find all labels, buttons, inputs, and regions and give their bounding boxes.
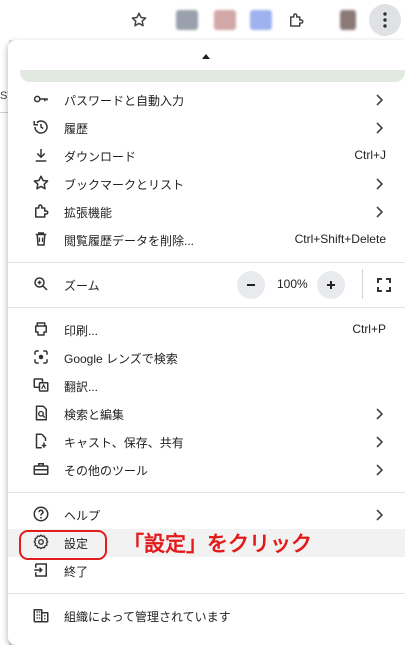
scroll-up-arrow-icon[interactable] (202, 54, 210, 59)
menu-item-label: 拡張機能 (64, 206, 113, 220)
menu-item-label: ブックマークとリスト (64, 178, 185, 192)
menu-item-more-tools[interactable]: その他のツール (8, 456, 405, 484)
menu-item-google-lens[interactable]: Google レンズで検索 (8, 344, 405, 372)
keyboard-shortcut: Ctrl+J (354, 148, 386, 162)
menu-item-extensions[interactable]: 拡張機能 (8, 198, 405, 226)
menu-item-label: 履歴 (64, 122, 89, 136)
chevron-right-icon (374, 435, 384, 449)
chevron-right-icon (374, 508, 384, 522)
menu-item-label: Google レンズで検索 (64, 352, 178, 366)
chevron-right-icon (374, 463, 384, 477)
browser-toolbar (0, 0, 405, 40)
extension-icon-2[interactable] (214, 10, 236, 30)
star-icon (32, 174, 50, 192)
menu-divider (8, 593, 405, 594)
menu-item-downloads[interactable]: ダウンロード Ctrl+J (8, 142, 405, 170)
lens-icon (32, 348, 50, 366)
chevron-right-icon (374, 93, 384, 107)
zoom-out-button[interactable] (237, 271, 265, 299)
menu-header (8, 40, 405, 82)
menu-item-exit[interactable]: 終了 (8, 557, 405, 585)
keyboard-shortcut: Ctrl+Shift+Delete (294, 232, 386, 246)
toolbox-icon (32, 460, 50, 478)
puzzle-icon (32, 202, 50, 220)
settings-highlight-ring (19, 530, 107, 560)
menu-item-label: 印刷... (64, 324, 99, 338)
menu-item-label: 終了 (64, 565, 89, 579)
menu-item-help[interactable]: ヘルプ (8, 501, 405, 529)
building-icon (32, 606, 50, 624)
fullscreen-icon (377, 278, 391, 292)
menu-item-label: 閲覧履歴データを削除... (64, 234, 195, 248)
chevron-right-icon (374, 407, 384, 421)
menu-item-label: キャスト、保存、共有 (64, 436, 184, 450)
help-icon (32, 505, 50, 523)
zoom-level: 100% (277, 277, 308, 291)
download-icon (32, 146, 50, 164)
chrome-menu-button[interactable] (369, 4, 401, 36)
menu-item-cast-save-share[interactable]: キャスト、保存、共有 (8, 428, 405, 456)
menu-item-translate[interactable]: 翻訳... (8, 372, 405, 400)
menu-scrolled-row (20, 70, 405, 82)
chevron-right-icon (374, 177, 384, 191)
zoom-label: ズーム (64, 279, 100, 293)
menu-item-find-edit[interactable]: 検索と編集 (8, 400, 405, 428)
zoom-magnifier-icon (32, 275, 50, 293)
menu-item-passwords-autofill[interactable]: パスワードと自動入力 (8, 86, 405, 114)
zoom-separator (362, 269, 363, 299)
key-icon (32, 90, 50, 108)
extensions-puzzle-icon[interactable] (286, 10, 306, 30)
find-edit-icon (32, 404, 50, 422)
menu-item-clear-browsing-data[interactable]: 閲覧履歴データを削除... Ctrl+Shift+Delete (8, 226, 405, 254)
menu-item-label: ヘルプ (64, 509, 101, 523)
fullscreen-button[interactable] (370, 271, 398, 299)
extension-icon-3[interactable] (250, 10, 272, 30)
profile-avatar[interactable] (340, 10, 356, 30)
menu-divider (8, 262, 405, 263)
menu-divider (8, 307, 405, 308)
chevron-right-icon (374, 121, 384, 135)
zoom-in-button[interactable] (317, 271, 345, 299)
menu-item-history[interactable]: 履歴 (8, 114, 405, 142)
cast-save-share-icon (32, 432, 50, 450)
menu-item-label: 組織によって管理されています (64, 610, 231, 624)
keyboard-shortcut: Ctrl+P (352, 322, 386, 336)
menu-item-zoom: ズーム 100% (8, 269, 405, 299)
menu-divider (8, 492, 405, 493)
bookmark-star-icon[interactable] (129, 10, 149, 30)
menu-item-managed-by-org[interactable]: 組織によって管理されています (8, 602, 405, 630)
trash-icon (32, 230, 50, 248)
translate-icon (32, 376, 50, 394)
chevron-right-icon (374, 205, 384, 219)
instruction-callout: 「設定」をクリック (123, 533, 312, 556)
menu-item-label: パスワードと自動入力 (64, 94, 185, 108)
menu-item-label: ダウンロード (64, 150, 137, 164)
menu-item-label: 翻訳... (64, 380, 99, 394)
exit-icon (32, 561, 50, 579)
menu-item-label: その他のツール (64, 464, 149, 478)
menu-item-bookmarks-lists[interactable]: ブックマークとリスト (8, 170, 405, 198)
menu-item-label: 検索と編集 (64, 408, 125, 422)
menu-item-print[interactable]: 印刷... Ctrl+P (8, 316, 405, 344)
extension-icon-1[interactable] (176, 10, 198, 30)
history-icon (32, 118, 50, 136)
printer-icon (32, 320, 50, 338)
